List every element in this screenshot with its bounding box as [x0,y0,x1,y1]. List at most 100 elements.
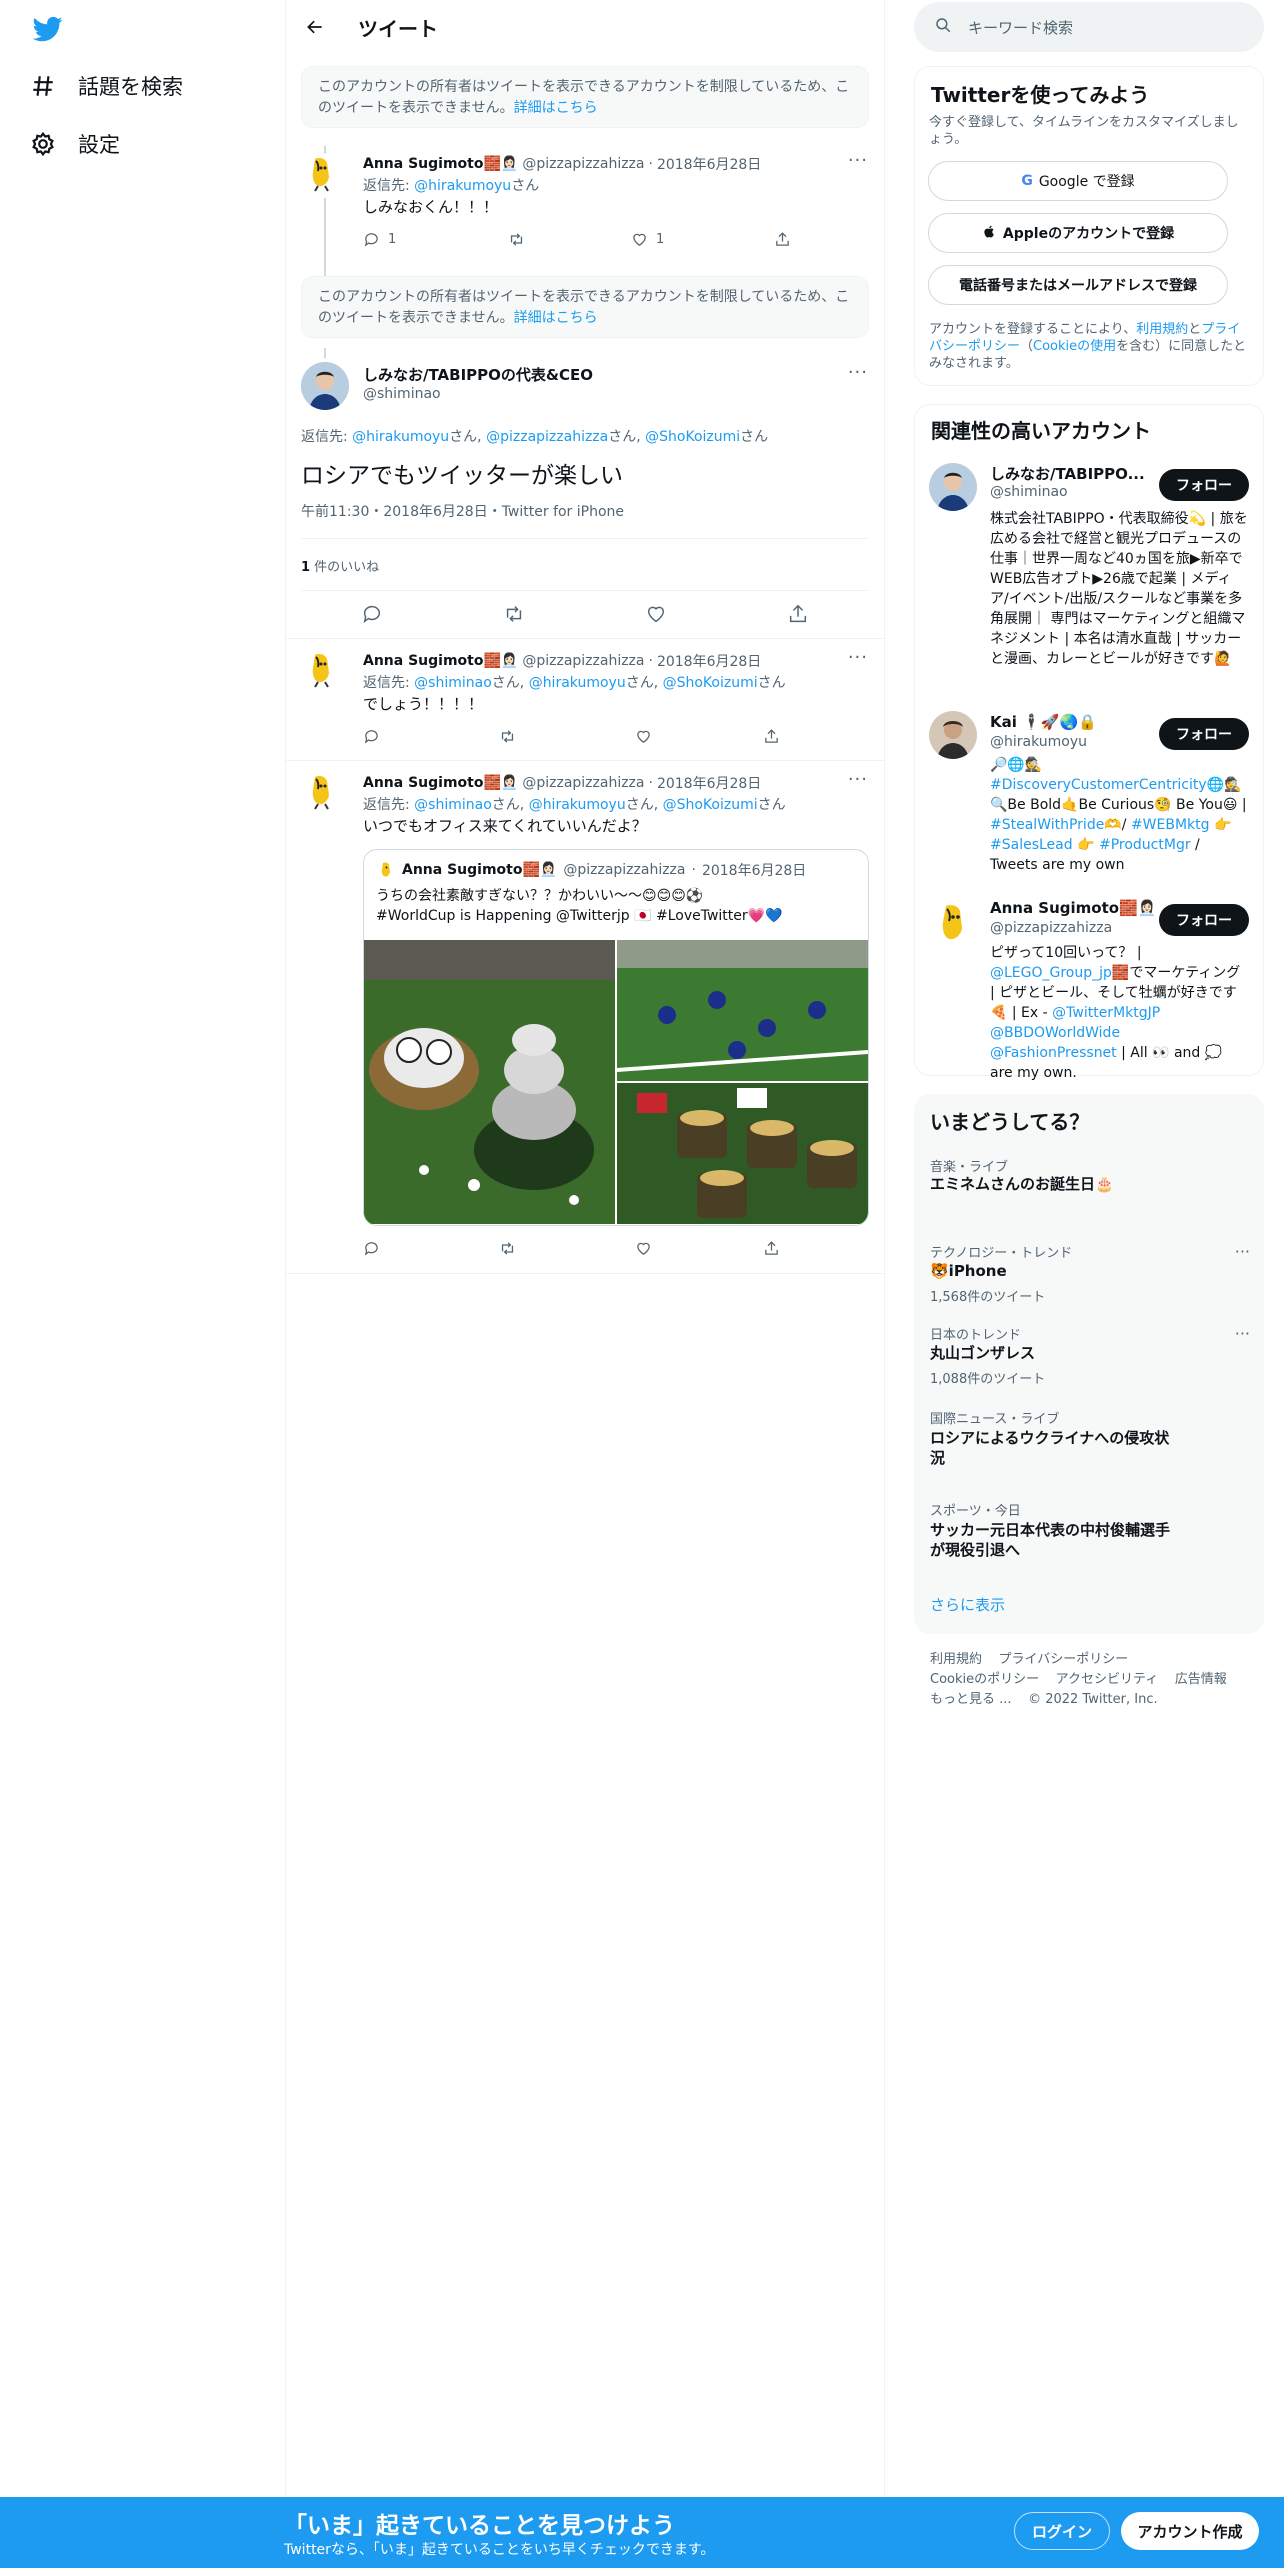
hashtag-link[interactable]: #WEBMktg [1131,817,1210,833]
avatar[interactable] [301,771,341,811]
mention-link[interactable]: @shiminao [414,797,492,813]
photo-snack-cups[interactable] [617,1083,868,1224]
reply-prefix: 返信先: [301,429,353,445]
retweet-button[interactable] [508,228,631,250]
cookie-link[interactable]: Cookieの使用 [1033,339,1116,354]
mention-link[interactable]: @shiminao [414,675,492,691]
nav-explore[interactable]: 話題を検索 [30,66,183,106]
share-button[interactable] [763,1237,780,1259]
likes-stat[interactable]: 1 件のいいね [301,556,379,575]
tweet-date[interactable]: 2018年6月28日 [657,773,761,793]
tweet-date[interactable]: 2018年6月28日 [657,651,761,671]
like-button[interactable]: 1 [631,228,774,250]
mention-link[interactable]: @FashionPressnet [990,1045,1117,1061]
phone-email-signup-button[interactable]: 電話番号またはメールアドレスで登録 [928,265,1228,305]
footer: 利用規約 プライバシーポリシー Cookieのポリシー アクセシビリティ 広告情… [930,1650,1227,1710]
google-signup-button[interactable]: G Google で登録 [928,161,1228,201]
hashtag-link[interactable]: #SalesLead [990,837,1073,853]
learn-more-link[interactable]: 詳細はこちら [514,100,598,116]
mention-link[interactable]: @BBDOWorldWide [990,1025,1120,1041]
follow-button[interactable]: フォロー [1159,718,1249,750]
footer-more-link[interactable]: もっと見る ... [930,1692,1012,1707]
footer-privacy-link[interactable]: プライバシーポリシー [999,1652,1129,1667]
mention-link[interactable]: @ShoKoizumi [663,797,758,813]
author-name[interactable]: Anna Sugimoto🧱👩🏻‍💼 [363,156,518,172]
learn-more-link[interactable]: 詳細はこちら [514,310,598,326]
apple-icon [982,224,997,243]
author-handle[interactable]: @shiminao [363,386,441,402]
footer-terms-link[interactable]: 利用規約 [930,1652,982,1667]
signup-button[interactable]: アカウント作成 [1121,2512,1259,2550]
mention-link[interactable]: @ShoKoizumi [645,429,740,445]
footer-cookie-link[interactable]: Cookieのポリシー [930,1672,1039,1687]
footer-ads-link[interactable]: 広告情報 [1175,1672,1227,1687]
tweet-reply-3[interactable]: Anna Sugimoto🧱👩🏻‍💼 @pizzapizzahizza · 20… [286,761,884,1273]
mention-link[interactable]: @ShoKoizumi [663,675,758,691]
terms-link[interactable]: 利用規約 [1136,322,1188,337]
like-button[interactable] [635,1237,763,1259]
tweet-timestamp[interactable]: 午前11:30・2018年6月28日・Twitter for iPhone [301,501,624,521]
avatar[interactable] [301,153,341,193]
reply-button[interactable] [363,725,499,747]
mention-link[interactable]: @hirakumoyu [414,178,511,194]
phone-signup-label: 電話番号またはメールアドレスで登録 [959,278,1197,294]
follow-button[interactable]: フォロー [1159,904,1249,936]
more-options-icon[interactable]: ··· [1235,1324,1250,1343]
more-options-icon[interactable]: ··· [1235,1242,1250,1261]
retweet-button[interactable] [499,1237,635,1259]
back-arrow-icon[interactable] [300,12,330,42]
avatar[interactable] [929,711,977,759]
tweet-date[interactable]: 2018年6月28日 [657,154,761,174]
quoted-tweet[interactable]: Anna Sugimoto🧱👩🏻‍💼 @pizzapizzahizza · 20… [363,849,869,1226]
apple-signup-button[interactable]: Appleのアカウントで登録 [928,213,1228,253]
more-options-icon[interactable]: ··· [848,362,868,383]
share-button[interactable] [763,725,780,747]
photo-cakes[interactable] [364,940,615,1224]
thread-line [324,348,326,358]
avatar[interactable] [929,463,977,511]
photo-figures[interactable] [617,940,868,1081]
account-name: しみなお/TABIPPO... [990,465,1145,483]
more-options-icon[interactable]: ··· [848,769,868,790]
more-options-icon[interactable]: ··· [848,647,868,668]
reply-button[interactable]: 1 [363,228,508,250]
twitter-logo-icon[interactable] [31,14,65,44]
hashtag-link[interactable]: #ProductMgr [1099,837,1191,853]
author-handle[interactable]: @pizzapizzahizza [522,156,644,172]
author-handle[interactable]: @pizzapizzahizza [522,775,644,791]
heart-icon[interactable] [645,603,667,625]
author-name[interactable]: Anna Sugimoto🧱👩🏻‍💼 [363,775,518,791]
more-options-icon[interactable]: ··· [848,150,868,171]
author-name[interactable]: Anna Sugimoto🧱👩🏻‍💼 [363,653,518,669]
reply-sep: さん [757,675,786,691]
retweet-button[interactable] [499,725,635,747]
follow-button[interactable]: フォロー [1159,469,1249,501]
avatar[interactable] [301,649,341,689]
hashtag-link[interactable]: #DiscoveryCustomerCentricity [990,777,1207,793]
author-name[interactable]: しみなお/TABIPPOの代表&CEO [363,364,593,385]
mention-link[interactable]: @LEGO_Group_jp [990,965,1112,981]
share-icon[interactable] [787,603,809,625]
mention-link[interactable]: @hirakumoyu [352,429,449,445]
retweet-icon[interactable] [503,603,525,625]
avatar[interactable] [929,899,977,947]
tweet-reply-2[interactable]: Anna Sugimoto🧱👩🏻‍💼 @pizzapizzahizza · 20… [286,639,884,760]
show-more-link[interactable]: さらに表示 [930,1594,1005,1615]
author-handle[interactable]: @pizzapizzahizza [522,653,644,669]
mention-link[interactable]: @hirakumoyu [529,797,626,813]
footer-accessibility-link[interactable]: アクセシビリティ [1056,1672,1159,1687]
mention-link[interactable]: @pizzapizzahizza [486,429,608,445]
search-box[interactable]: キーワード検索 [914,2,1264,52]
nav-settings[interactable]: 設定 [30,124,120,164]
login-button[interactable]: ログイン [1014,2512,1110,2550]
mention-link[interactable]: @hirakumoyu [529,675,626,691]
search-input[interactable]: キーワード検索 [968,17,1073,38]
reply-icon[interactable] [361,603,383,625]
mention-link[interactable]: @TwitterMktgJP [1052,1005,1160,1021]
reply-button[interactable] [363,1237,499,1259]
share-button[interactable] [774,228,791,250]
hashtag-link[interactable]: #StealWithPride [990,817,1104,833]
like-button[interactable] [635,725,763,747]
tweet-reply-1[interactable]: Anna Sugimoto🧱👩🏻‍💼 @pizzapizzahizza · 20… [286,146,884,318]
avatar[interactable] [301,362,349,410]
